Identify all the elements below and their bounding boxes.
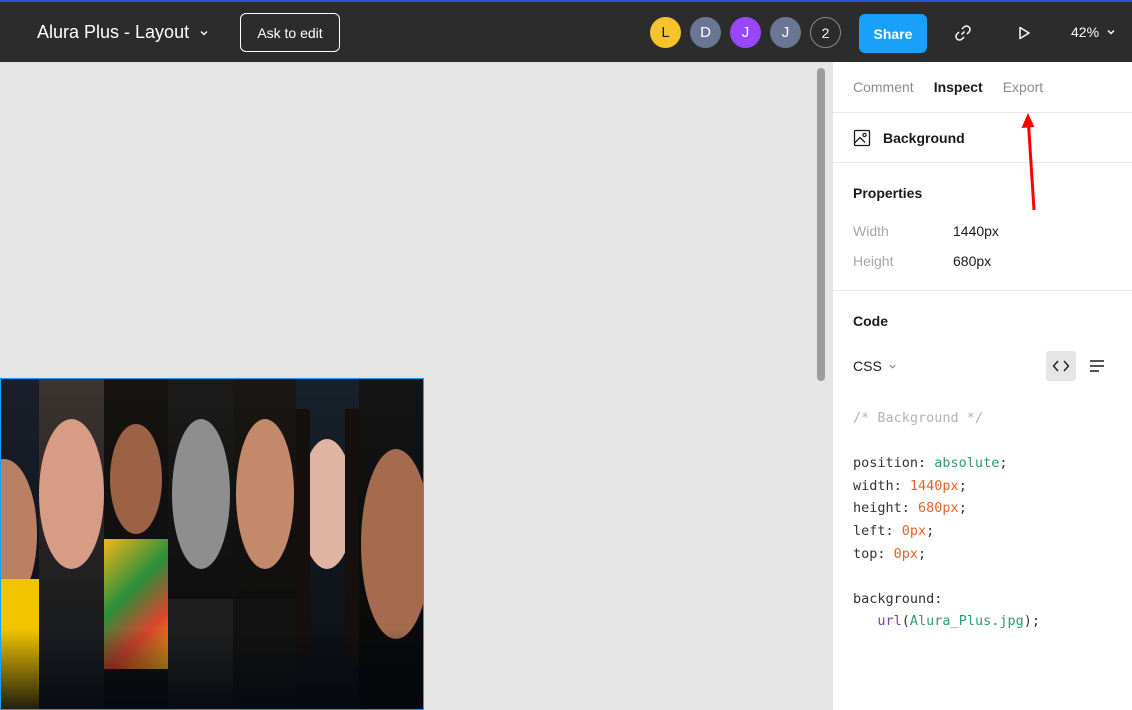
code-value: 0px	[893, 545, 919, 562]
share-button[interactable]: Share	[859, 14, 927, 53]
width-row: Width 1440px	[853, 223, 1112, 239]
file-title: Alura Plus - Layout	[37, 22, 190, 42]
zoom-level: 42%	[1071, 24, 1100, 40]
code-value: 0px	[901, 522, 927, 539]
language-value: CSS	[853, 358, 882, 374]
code-prop: top	[853, 545, 878, 562]
zoom-menu[interactable]: 42%	[1071, 24, 1116, 40]
portrait	[39, 419, 104, 569]
hair	[296, 409, 310, 659]
properties-section: Properties Width 1440px Height 680px	[833, 163, 1132, 291]
code-view-toggle	[1046, 351, 1112, 381]
tab-comment[interactable]: Comment	[853, 79, 914, 95]
height-row: Height 680px	[853, 253, 1112, 269]
width-label: Width	[853, 223, 889, 239]
language-select[interactable]: CSS	[853, 358, 897, 374]
code-brackets-icon	[1052, 360, 1070, 372]
selected-layer: Background	[833, 113, 1132, 163]
avatar[interactable]: D	[690, 17, 721, 48]
top-toolbar: Alura Plus - Layout Ask to edit LDJJ2 Sh…	[0, 0, 1132, 62]
background-frame-image[interactable]	[0, 378, 424, 710]
chevron-down-icon	[889, 364, 896, 369]
avatar[interactable]: J	[770, 17, 801, 48]
list-icon	[1090, 360, 1104, 372]
chevron-down-icon	[1107, 30, 1115, 35]
canvas-scrollbar[interactable]	[817, 68, 825, 381]
code-section: Code CSS /* Background */ position: abso…	[833, 291, 1132, 633]
width-value[interactable]: 1440px	[953, 223, 999, 239]
height-value[interactable]: 680px	[953, 253, 991, 269]
code-comment: /* Background */	[853, 410, 984, 426]
portrait	[361, 449, 423, 639]
collaborator-avatars: LDJJ2	[650, 17, 841, 48]
height-label: Height	[853, 253, 894, 269]
image-fade	[1, 629, 423, 709]
code-prop: background	[853, 590, 935, 607]
code-value: 1440px	[909, 477, 959, 494]
code-fn: url	[877, 613, 902, 630]
file-title-menu[interactable]: Alura Plus - Layout	[37, 22, 209, 43]
layer-name: Background	[883, 129, 965, 146]
list-view-button[interactable]	[1082, 351, 1112, 381]
annotation-arrow	[1021, 113, 1036, 211]
code-prop: position	[853, 455, 919, 472]
hair	[345, 409, 359, 659]
ask-to-edit-button[interactable]: Ask to edit	[240, 13, 340, 52]
code-prop: height	[853, 500, 902, 517]
avatar[interactable]: J	[730, 17, 761, 48]
image-icon	[853, 129, 871, 146]
code-header: CSS	[853, 351, 1112, 381]
panel-tabs: Comment Inspect Export	[833, 62, 1132, 113]
chevron-down-icon	[200, 30, 208, 35]
portrait	[236, 419, 294, 569]
inspect-panel: Comment Inspect Export Background Proper…	[833, 62, 1132, 710]
code-value: absolute	[934, 455, 1000, 472]
tab-export[interactable]: Export	[1003, 79, 1043, 95]
css-code-block[interactable]: /* Background */ position: absolute; wid…	[853, 407, 1112, 633]
tab-inspect[interactable]: Inspect	[934, 79, 983, 95]
code-value: 680px	[918, 500, 959, 517]
present-play-icon[interactable]	[1013, 22, 1035, 44]
code-title: Code	[853, 313, 888, 329]
link-icon[interactable]	[952, 22, 974, 44]
more-collaborators-count[interactable]: 2	[810, 17, 841, 48]
code-url-value: Alura_Plus.jpg	[909, 613, 1024, 630]
avatar[interactable]: L	[650, 17, 681, 48]
code-prop: left	[853, 522, 886, 539]
properties-title: Properties	[853, 185, 923, 201]
portrait	[110, 424, 162, 534]
portrait	[172, 419, 230, 569]
code-view-button[interactable]	[1046, 351, 1076, 381]
code-prop: width	[853, 477, 894, 494]
